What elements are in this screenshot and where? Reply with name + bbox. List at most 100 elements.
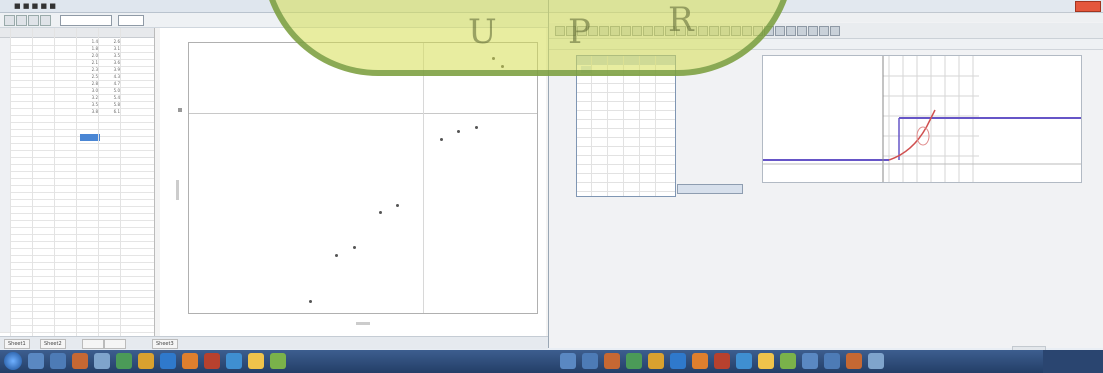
table-cell[interactable] [56, 192, 76, 199]
table-cell[interactable] [56, 59, 76, 66]
table-cell[interactable] [78, 311, 98, 318]
table-cell[interactable] [34, 150, 54, 157]
table-cell[interactable] [56, 108, 76, 115]
table-cell[interactable] [12, 234, 32, 241]
app-icon[interactable] [868, 353, 884, 369]
table-cell[interactable] [12, 220, 32, 227]
table-cell[interactable] [12, 297, 32, 304]
table-cell[interactable] [56, 52, 76, 59]
new-icon[interactable] [4, 15, 15, 26]
table-cell[interactable] [34, 73, 54, 80]
table-cell[interactable] [34, 290, 54, 297]
sheet-tab[interactable] [82, 339, 104, 349]
table-cell[interactable] [56, 255, 76, 262]
table-cell[interactable] [78, 143, 98, 150]
table-cell[interactable] [100, 262, 120, 269]
table-cell[interactable] [34, 220, 54, 227]
table-cell[interactable] [12, 171, 32, 178]
table-cell[interactable] [122, 80, 142, 87]
table-cell[interactable]: 2.1 [78, 59, 98, 66]
app-icon[interactable] [582, 353, 598, 369]
table-cell[interactable] [12, 178, 32, 185]
table-cell[interactable]: 2.0 [78, 52, 98, 59]
table-cell[interactable] [34, 297, 54, 304]
table-cell[interactable] [78, 157, 98, 164]
table-cell[interactable] [122, 66, 142, 73]
table-cell[interactable] [34, 241, 54, 248]
table-cell[interactable] [100, 115, 120, 122]
table-cell[interactable] [122, 283, 142, 290]
tool-button[interactable] [808, 26, 818, 36]
table-cell[interactable] [34, 199, 54, 206]
table-cell[interactable] [56, 136, 76, 143]
table-cell[interactable] [122, 73, 142, 80]
table-cell[interactable] [34, 59, 54, 66]
table-cell[interactable] [78, 325, 98, 332]
table-cell[interactable] [78, 213, 98, 220]
table-cell[interactable] [78, 276, 98, 283]
table-cell[interactable] [34, 227, 54, 234]
table-cell[interactable] [122, 143, 142, 150]
table-cell[interactable] [78, 248, 98, 255]
table-cell[interactable] [78, 220, 98, 227]
table-cell[interactable] [34, 52, 54, 59]
table-cell[interactable] [34, 206, 54, 213]
table-cell[interactable] [78, 234, 98, 241]
table-cell[interactable] [78, 206, 98, 213]
app-icon[interactable] [94, 353, 110, 369]
table-cell[interactable] [12, 150, 32, 157]
table-cell[interactable] [78, 199, 98, 206]
table-cell[interactable] [78, 304, 98, 311]
save-icon[interactable] [28, 15, 39, 26]
app-icon[interactable] [626, 353, 642, 369]
table-cell[interactable] [56, 101, 76, 108]
table-cell[interactable] [56, 94, 76, 101]
table-cell[interactable] [100, 178, 120, 185]
scatter-plot[interactable] [188, 42, 538, 314]
table-cell[interactable] [12, 94, 32, 101]
table-cell[interactable] [122, 101, 142, 108]
app-icon[interactable] [648, 353, 664, 369]
table-cell[interactable] [100, 234, 120, 241]
table-cell[interactable]: 3.6 [100, 59, 120, 66]
table-cell[interactable] [34, 255, 54, 262]
table-cell[interactable] [34, 213, 54, 220]
table-cell[interactable] [122, 192, 142, 199]
table-cell[interactable] [56, 227, 76, 234]
table-cell[interactable] [12, 304, 32, 311]
table-cell[interactable] [122, 206, 142, 213]
table-cell[interactable] [100, 206, 120, 213]
table-cell[interactable] [100, 255, 120, 262]
table-cell[interactable] [12, 164, 32, 171]
table-cell[interactable]: 3.5 [78, 101, 98, 108]
table-cell[interactable]: 4.7 [100, 80, 120, 87]
table-cell[interactable] [12, 73, 32, 80]
table-cell[interactable] [12, 192, 32, 199]
table-cell[interactable] [122, 269, 142, 276]
table-cell[interactable] [122, 311, 142, 318]
table-cell[interactable] [34, 66, 54, 73]
table-cell[interactable] [56, 66, 76, 73]
table-cell[interactable] [122, 108, 142, 115]
table-cell[interactable] [56, 150, 76, 157]
table-cell[interactable] [100, 157, 120, 164]
table-cell[interactable] [34, 122, 54, 129]
table-cell[interactable] [56, 297, 76, 304]
table-cell[interactable] [100, 290, 120, 297]
table-cell[interactable] [56, 143, 76, 150]
table-cell[interactable]: 3.2 [78, 94, 98, 101]
tool-button[interactable] [819, 26, 829, 36]
table-cell[interactable] [34, 283, 54, 290]
table-cell[interactable] [34, 185, 54, 192]
graphics-view[interactable] [762, 55, 1082, 183]
table-cell[interactable] [78, 283, 98, 290]
table-cell[interactable] [56, 80, 76, 87]
table-cell[interactable] [34, 80, 54, 87]
table-cell[interactable]: 3.0 [78, 87, 98, 94]
table-cell[interactable]: 3.8 [78, 108, 98, 115]
table-cell[interactable] [78, 269, 98, 276]
font-size-select[interactable] [118, 15, 144, 26]
table-cell[interactable] [78, 290, 98, 297]
table-cell[interactable] [12, 129, 32, 136]
table-cell[interactable] [12, 227, 32, 234]
